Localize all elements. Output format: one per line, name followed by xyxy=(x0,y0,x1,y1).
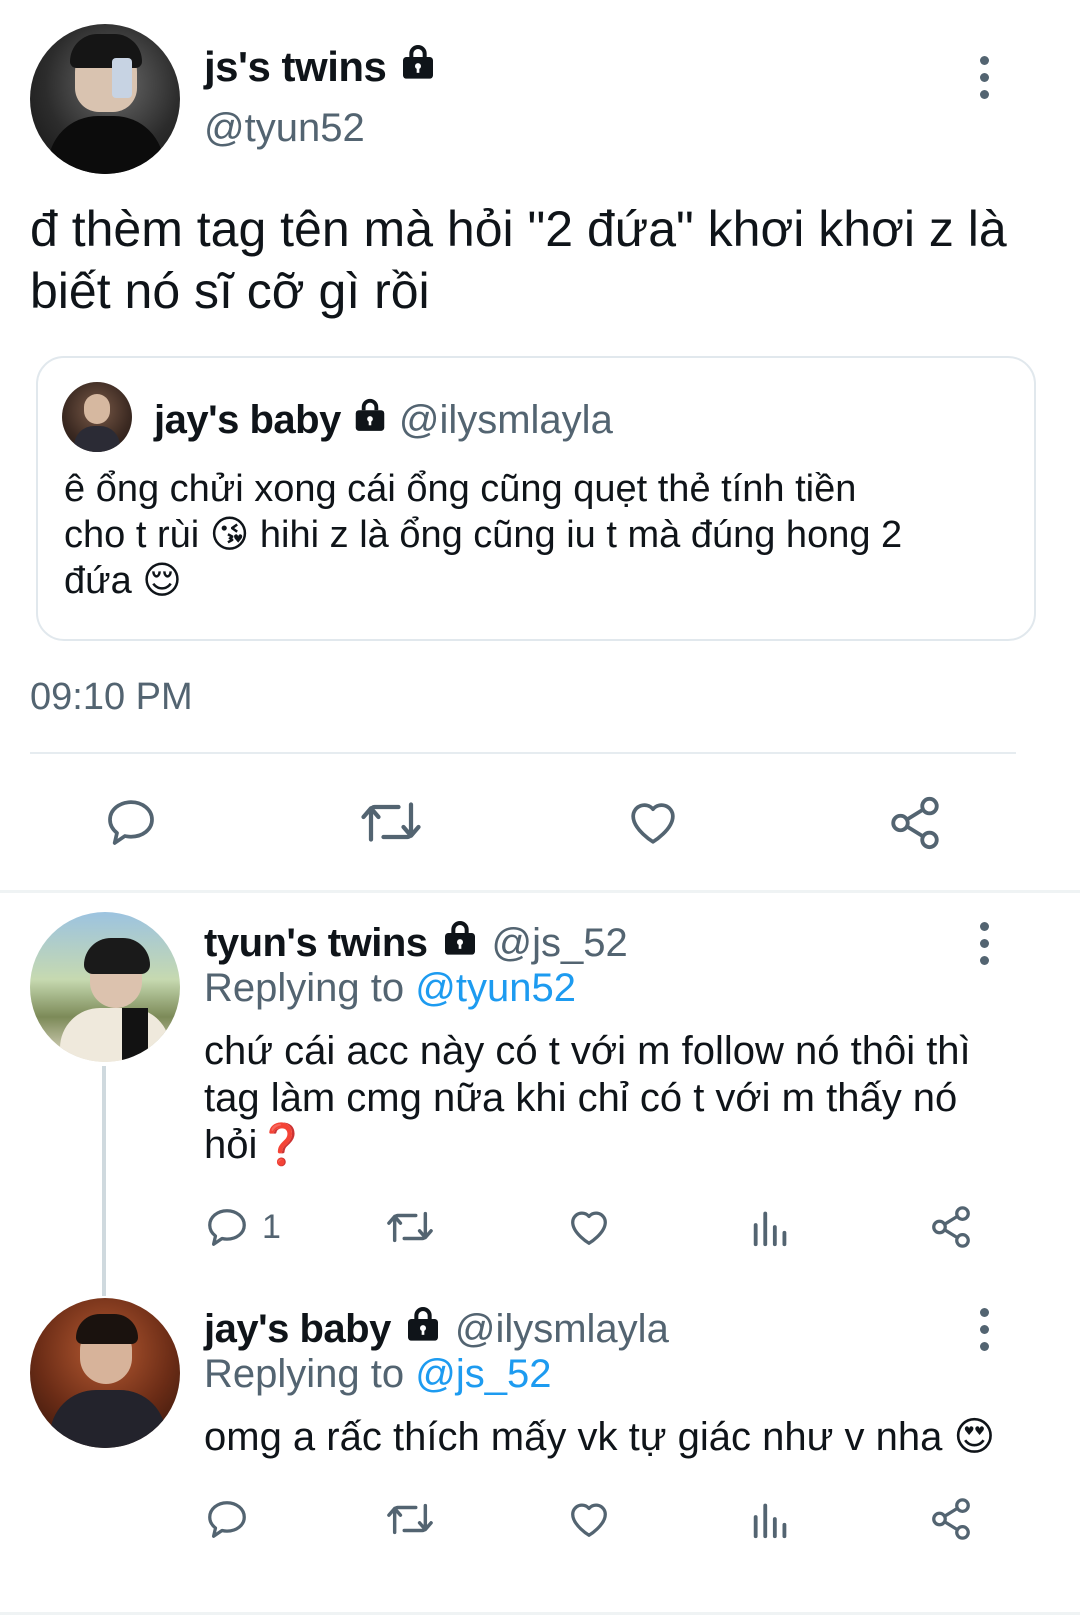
more-options-icon[interactable] xyxy=(972,1308,996,1351)
replying-to: Replying to @js_52 xyxy=(204,1352,551,1397)
reply-text-segment: hỏi xyxy=(204,1123,258,1167)
reply-avatar[interactable] xyxy=(30,1298,180,1448)
reply-text-line: hỏi❓ xyxy=(204,1122,971,1169)
reply-count: 1 xyxy=(262,1207,281,1246)
reply-icon[interactable] xyxy=(103,794,159,850)
reply-display-name[interactable]: tyun's twins xyxy=(204,921,428,966)
kissing-face-emoji: 😘 xyxy=(209,514,250,556)
tweet-text-line: biết nó sĩ cỡ gì rồi xyxy=(30,263,430,319)
like-icon[interactable] xyxy=(624,794,682,850)
retweet-icon[interactable] xyxy=(384,1496,436,1542)
divider xyxy=(30,752,1016,754)
reply-icon[interactable] xyxy=(204,1496,250,1542)
like-icon[interactable] xyxy=(566,1496,612,1542)
like-icon[interactable] xyxy=(566,1204,612,1250)
quoted-tweet-card[interactable]: jay's baby @ilysmlayla ê ổng chửi xong c… xyxy=(36,356,1036,641)
quoted-text-line: cho t rùi 😘 hihi z là ổng cũng iu t mà đ… xyxy=(64,512,902,558)
reply-handle[interactable]: @js_52 xyxy=(492,921,628,966)
quoted-text-line: ê ổng chửi xong cái ổng cũng quẹt thẻ tí… xyxy=(64,468,857,510)
analytics-icon[interactable] xyxy=(748,1204,794,1250)
more-options-icon[interactable] xyxy=(972,56,996,99)
divider xyxy=(0,1612,1080,1615)
quoted-text-segment: đứa xyxy=(64,560,132,602)
heart-eyes-emoji: 😍 xyxy=(953,1415,996,1459)
analytics-icon[interactable] xyxy=(748,1496,794,1542)
tweet-text: đ thèm tag tên mà hỏi "2 đứa" khơi khơi … xyxy=(30,198,1007,322)
reply-text: omg a rấc thích mấy vk tự giác như v nha… xyxy=(204,1414,995,1461)
lock-icon xyxy=(351,396,389,444)
reply-avatar[interactable] xyxy=(30,912,180,1062)
quoted-avatar xyxy=(62,382,132,452)
more-options-icon[interactable] xyxy=(972,922,996,965)
lock-icon xyxy=(403,1304,443,1354)
share-icon[interactable] xyxy=(886,794,944,852)
share-icon[interactable] xyxy=(928,1496,974,1542)
reply-text: chứ cái acc này có t với m follow nó thô… xyxy=(204,1028,971,1169)
divider xyxy=(0,890,1080,893)
replying-to-label: Replying to xyxy=(204,966,405,1010)
replying-to: Replying to @tyun52 xyxy=(204,966,576,1011)
replying-to-link[interactable]: @js_52 xyxy=(415,1352,551,1396)
author-handle[interactable]: @tyun52 xyxy=(204,106,365,151)
reply-handle[interactable]: @ilysmlayla xyxy=(455,1307,669,1352)
retweet-icon[interactable] xyxy=(358,792,424,852)
thread-line xyxy=(102,1066,106,1296)
relieved-face-emoji: 😌 xyxy=(142,560,182,602)
lock-icon xyxy=(398,42,438,92)
tweet-timestamp[interactable]: 09:10 PM xyxy=(30,676,193,719)
lock-icon xyxy=(440,918,480,968)
retweet-icon[interactable] xyxy=(384,1204,436,1250)
reply-text-line: tag làm cmg nữa khi chỉ có t với m thấy … xyxy=(204,1076,958,1120)
author-avatar[interactable] xyxy=(30,24,180,174)
replying-to-label: Replying to xyxy=(204,1352,405,1396)
author-name-text: js's twins xyxy=(204,43,387,90)
tweet-text-line: đ thèm tag tên mà hỏi "2 đứa" khơi khơi … xyxy=(30,201,1007,257)
quoted-display-name: jay's baby xyxy=(154,397,341,442)
share-icon[interactable] xyxy=(928,1204,974,1250)
quoted-text-line: đứa 😌 xyxy=(64,558,902,604)
reply-text-segment: omg a rấc thích mấy vk tự giác như v nha xyxy=(204,1415,943,1459)
reply-icon[interactable]: 1 xyxy=(204,1204,281,1250)
reply-text-line: chứ cái acc này có t với m follow nó thô… xyxy=(204,1029,971,1073)
author-display-name[interactable]: js's twins xyxy=(204,42,438,92)
question-mark-emoji: ❓ xyxy=(257,1123,308,1167)
quoted-text: ê ổng chửi xong cái ổng cũng quẹt thẻ tí… xyxy=(64,466,902,604)
quoted-handle: @ilysmlayla xyxy=(398,397,613,442)
reply-display-name[interactable]: jay's baby xyxy=(204,1307,391,1352)
replying-to-link[interactable]: @tyun52 xyxy=(415,966,576,1010)
quoted-text-segment: hihi z là ổng cũng iu t mà đúng hong 2 xyxy=(259,514,903,556)
quoted-text-segment: cho t rùi xyxy=(64,514,200,556)
